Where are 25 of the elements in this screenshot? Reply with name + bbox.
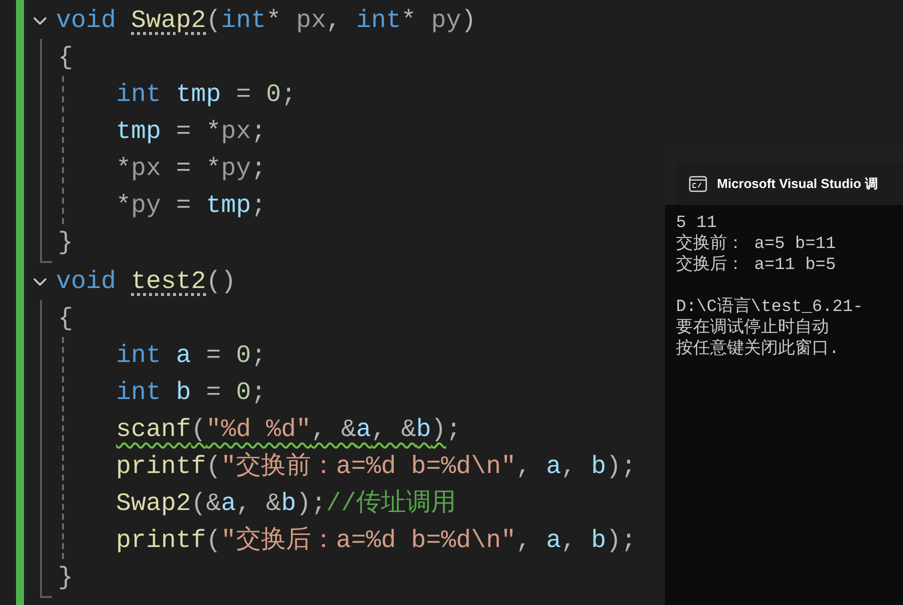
code-line: int tmp = 0;	[116, 79, 296, 111]
terminal-icon	[689, 176, 707, 192]
code-line: scanf("%d %d", &a, &b);	[116, 414, 462, 446]
code-line: printf("交换后：a=%d b=%d\n", a, b);	[116, 524, 636, 557]
code-line: }	[58, 227, 74, 259]
code-line: void test2()	[56, 266, 236, 298]
code-line: }	[58, 562, 74, 594]
code-line: *py = tmp;	[116, 190, 266, 222]
code-line: {	[58, 42, 74, 74]
code-line: void Swap2(int* px, int* py)	[56, 5, 476, 37]
code-line: tmp = *px;	[116, 116, 266, 148]
console-line: 要在调试停止时自动	[676, 319, 829, 338]
code-line: printf("交换前：a=%d b=%d\n", a, b);	[116, 450, 636, 483]
console-line: D:\C语言\test_6.21-	[676, 298, 864, 317]
code-line: int b = 0;	[116, 377, 266, 409]
code-line: int a = 0;	[116, 340, 266, 372]
code-line: Swap2(&a, &b);//传址调用	[116, 488, 456, 520]
console-line: 按任意键关闭此窗口.	[676, 340, 840, 359]
console-line: 交换后： a=11 b=5	[676, 256, 836, 275]
console-tab[interactable]: Microsoft Visual Studio 调	[676, 162, 903, 205]
console-line: 交换前： a=5 b=11	[676, 235, 836, 254]
code-line: {	[58, 303, 74, 335]
window-title: Microsoft Visual Studio 调	[717, 174, 878, 193]
console-line: 5 11	[676, 214, 717, 233]
code-line: *px = *py;	[116, 153, 266, 185]
